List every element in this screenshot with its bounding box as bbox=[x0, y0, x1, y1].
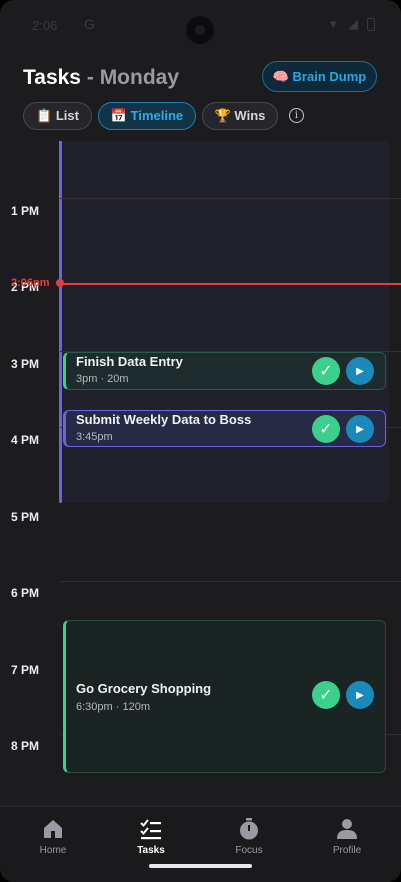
complete-button[interactable]: ✓ bbox=[312, 681, 340, 709]
nav-item-home[interactable]: Home bbox=[13, 817, 93, 856]
hour-label: 3 PM bbox=[11, 357, 40, 371]
tab-list[interactable]: 📋 List bbox=[23, 102, 92, 130]
home-icon bbox=[44, 820, 62, 838]
task-card[interactable]: Go Grocery Shopping 6:30pm · 120m ✓ ▶ bbox=[63, 620, 386, 773]
hour-label: 5 PM bbox=[11, 510, 40, 524]
status-time: 2:06 bbox=[32, 18, 58, 33]
hour-label: 6 PM bbox=[11, 586, 40, 600]
current-time-dot bbox=[56, 279, 64, 287]
hour-label: 7 PM bbox=[11, 663, 40, 677]
page-title-day: Monday bbox=[99, 66, 180, 89]
hour-line bbox=[60, 198, 401, 199]
start-button[interactable]: ▶ bbox=[346, 357, 374, 385]
nav-label-focus: Focus bbox=[235, 845, 263, 856]
current-time-label: 2:06pm bbox=[11, 277, 50, 289]
hour-line bbox=[60, 581, 401, 582]
hour-label: 8 PM bbox=[11, 739, 40, 753]
task-title: Finish Data Entry bbox=[76, 354, 183, 369]
wifi-icon: ▾ bbox=[330, 16, 337, 31]
phone-screen: 2:06 G ▾ ◢ Tasks - Monday 🧠 Brain Dump 📋… bbox=[0, 0, 401, 882]
sync-icon: G bbox=[84, 16, 95, 32]
bottom-nav: Home Tasks Focus Profile bbox=[0, 806, 401, 882]
tab-timeline[interactable]: 📅 Timeline bbox=[98, 102, 196, 130]
nav-item-profile[interactable]: Profile bbox=[307, 817, 387, 856]
nav-item-tasks[interactable]: Tasks bbox=[111, 817, 191, 856]
task-card[interactable]: Finish Data Entry 3pm · 20m ✓ ▶ bbox=[63, 352, 386, 390]
front-camera bbox=[186, 16, 214, 44]
task-title: Go Grocery Shopping bbox=[76, 681, 212, 696]
nav-label-tasks: Tasks bbox=[137, 845, 165, 856]
hour-label: 1 PM bbox=[11, 204, 40, 218]
info-icon[interactable]: i bbox=[289, 108, 304, 123]
timeline-view[interactable]: 1 PM 2 PM 3 PM 4 PM 5 PM 6 PM 7 PM 8 PM … bbox=[0, 141, 401, 805]
page-title-tasks: Tasks bbox=[23, 66, 81, 89]
battery-icon bbox=[367, 18, 375, 31]
current-block-bar bbox=[59, 141, 62, 503]
signal-icon: ◢ bbox=[348, 16, 358, 31]
task-meta: 3:45pm bbox=[76, 431, 113, 443]
nav-item-focus[interactable]: Focus bbox=[209, 817, 289, 856]
task-title: Submit Weekly Data to Boss bbox=[76, 412, 252, 427]
start-button[interactable]: ▶ bbox=[346, 415, 374, 443]
nav-label-profile: Profile bbox=[332, 845, 362, 856]
task-card[interactable]: Submit Weekly Data to Boss 3:45pm ✓ ▶ bbox=[63, 410, 386, 447]
page-title: Tasks - Monday bbox=[23, 66, 179, 90]
person-icon bbox=[337, 819, 357, 839]
current-time-line bbox=[60, 283, 401, 285]
hour-label: 4 PM bbox=[11, 433, 40, 447]
status-bar: 2:06 G ▾ ◢ bbox=[0, 0, 401, 44]
task-meta: 3pm · 20m bbox=[76, 373, 129, 385]
current-task-block bbox=[59, 141, 389, 503]
complete-button[interactable]: ✓ bbox=[312, 357, 340, 385]
brain-dump-button[interactable]: 🧠 Brain Dump bbox=[262, 61, 377, 92]
stopwatch-icon bbox=[240, 818, 258, 840]
tasks-icon bbox=[140, 819, 161, 840]
page-title-separator: - bbox=[86, 66, 94, 89]
task-meta: 6:30pm · 120m bbox=[76, 701, 150, 713]
nav-label-home: Home bbox=[39, 845, 67, 856]
start-button[interactable]: ▶ bbox=[346, 681, 374, 709]
home-indicator[interactable] bbox=[149, 864, 252, 868]
complete-button[interactable]: ✓ bbox=[312, 415, 340, 443]
tab-wins[interactable]: 🏆 Wins bbox=[202, 102, 278, 130]
